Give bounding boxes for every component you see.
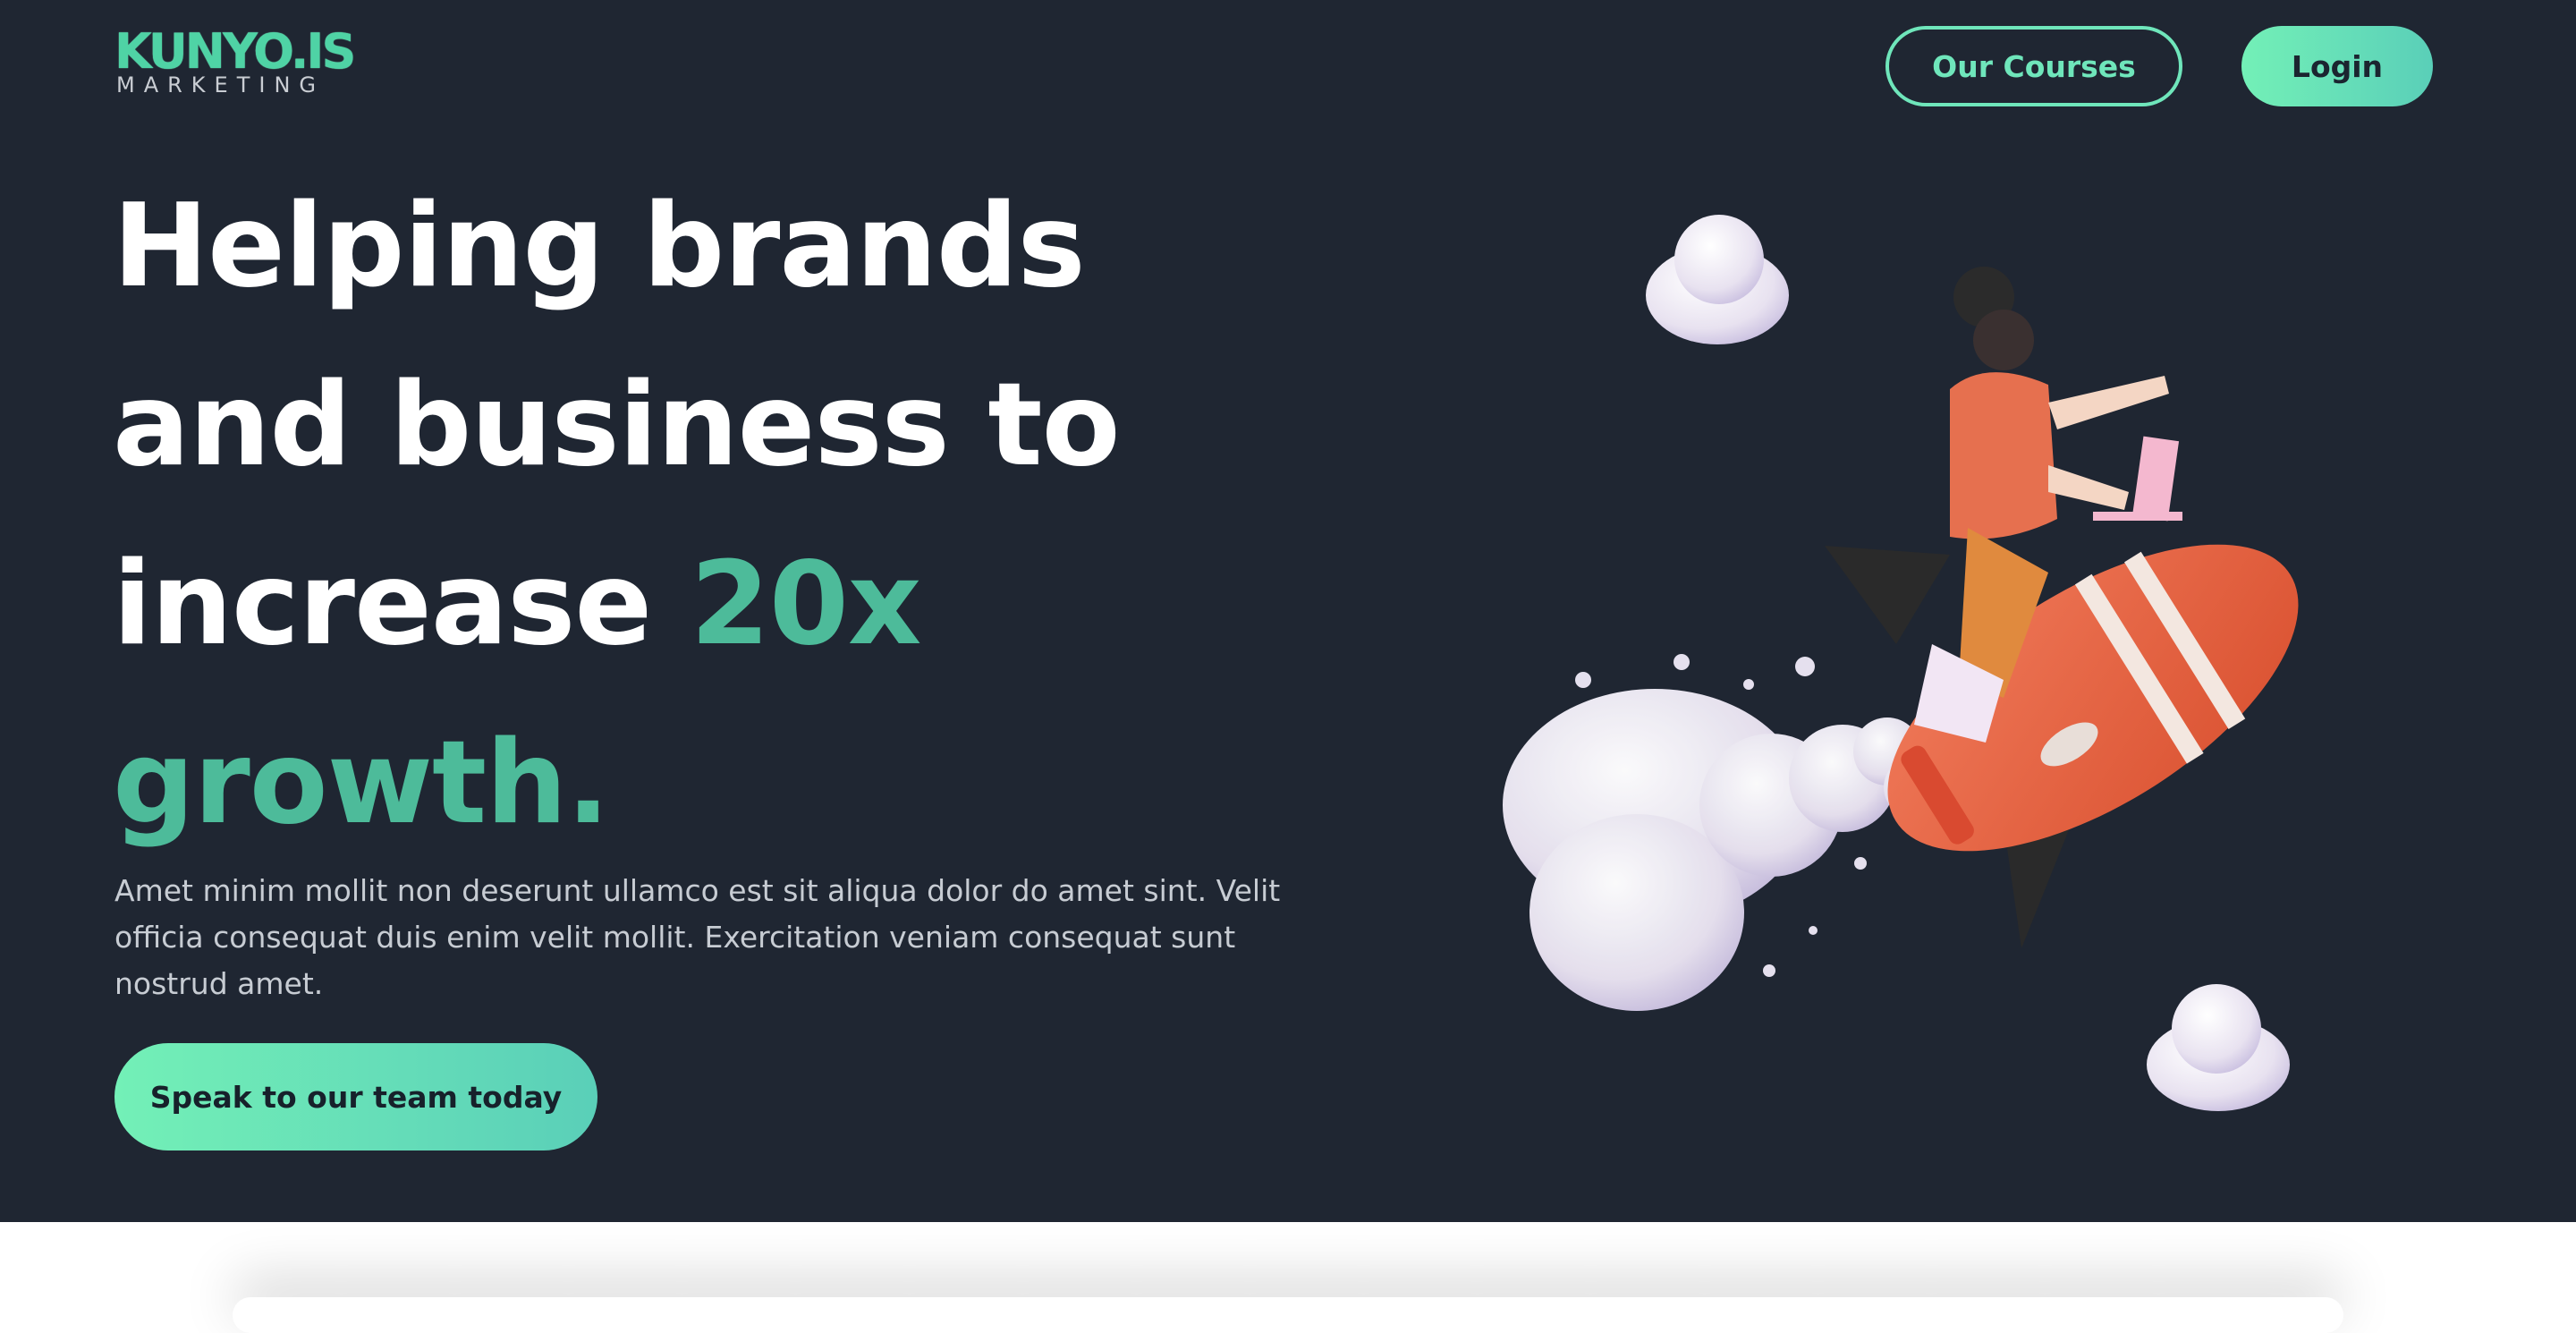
cloud-icon	[2147, 984, 2290, 1111]
hero-section: KUNYO.IS MARKETING Our Courses Login Hel…	[0, 0, 2576, 1222]
hero-headline: Helping brands and business to increase …	[113, 157, 1231, 873]
headline-accent-20x: 20x	[690, 538, 922, 671]
logo-wordmark: KUNYO.IS	[114, 23, 356, 80]
headline-line-2: and business to	[113, 359, 1121, 492]
rocket-rider-illustration	[1503, 215, 2299, 1111]
speak-to-team-button[interactable]: Speak to our team today	[114, 1043, 597, 1150]
smoke-cloud	[1503, 654, 1945, 1011]
cloud-icon	[1646, 215, 1789, 344]
headline-accent-growth: growth.	[113, 717, 610, 850]
headline-increase: increase	[113, 538, 691, 671]
rocket	[1887, 544, 2299, 852]
headline-line-1: Helping brands	[113, 180, 1086, 313]
content-card-edge	[233, 1297, 2343, 1333]
login-button[interactable]: Login	[2241, 26, 2433, 106]
headline-line-3: increase 20x	[113, 515, 1231, 694]
logo-tagline: MARKETING	[116, 72, 325, 98]
our-courses-button[interactable]: Our Courses	[1885, 26, 2182, 106]
hero-description: Amet minim mollit non deserunt ullamco e…	[114, 873, 1281, 1001]
brand-logo[interactable]: KUNYO.IS MARKETING	[114, 27, 356, 98]
